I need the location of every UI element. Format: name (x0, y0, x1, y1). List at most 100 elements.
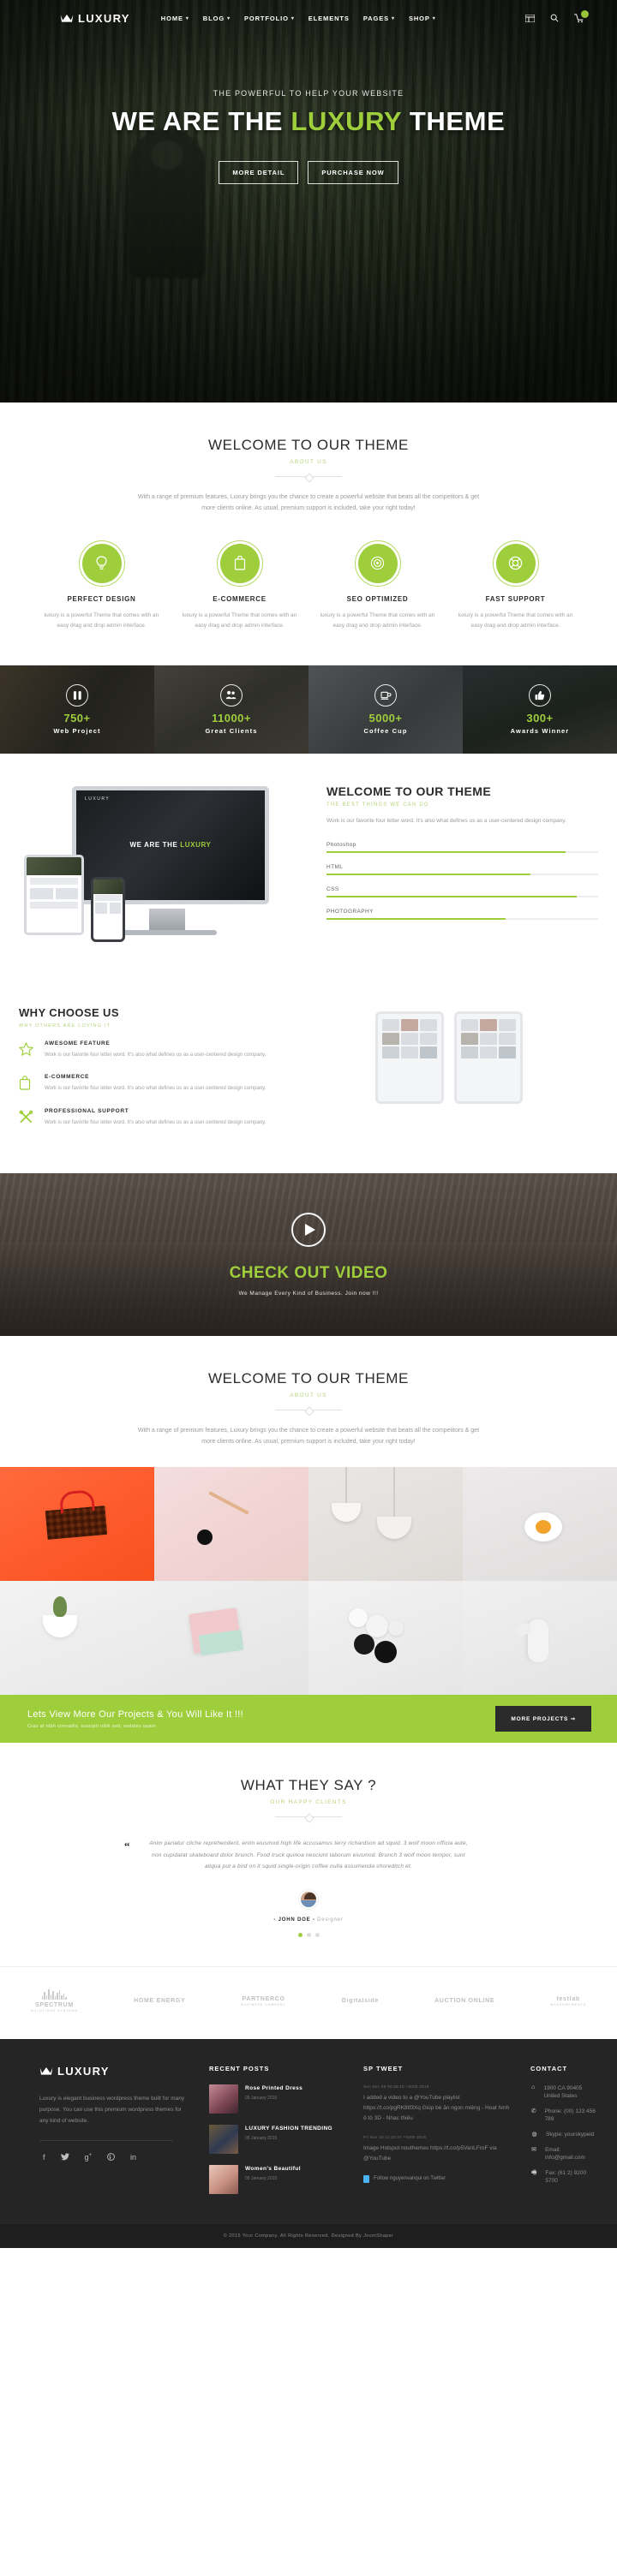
search-icon[interactable] (550, 14, 559, 22)
post-thumbnail (209, 2124, 238, 2154)
linkedin-icon[interactable]: in (130, 2153, 136, 2162)
nav-item-blog[interactable]: BLOG ▾ (203, 15, 231, 22)
skill-label: CSS (326, 886, 339, 893)
tweet-text: I added a video to a @YouTube playlist h… (363, 2094, 510, 2121)
contact-skype: ◍ Skype: yourskypeid (530, 2131, 596, 2138)
facebook-icon[interactable]: f (43, 2153, 45, 2162)
portfolio-item[interactable] (0, 1467, 154, 1582)
quote-icon: “ (124, 1840, 130, 1853)
skype-icon: ◍ (531, 2132, 537, 2138)
hero-title: WE ARE THE LUXURY THEME (0, 106, 617, 137)
counter-number: 750+ (63, 711, 91, 724)
sp-tweet-title: SP TWEET (363, 2064, 404, 2072)
recent-post-item[interactable]: Rose Printed Dress 05 January 2015 (209, 2084, 346, 2114)
users-icon (219, 683, 243, 707)
feature-desc: luxury is a powerful Theme that comes wi… (320, 611, 435, 629)
client-logo-digitalside[interactable]: Digitalside (342, 1997, 379, 2005)
client-logo-spectrum[interactable]: SPECTRUM SOLUTIONS SYSTEMS (31, 1989, 78, 2013)
feature-title: E-COMMERCE (213, 594, 267, 603)
hero-title-accent: LUXURY (291, 106, 402, 136)
why-item-title: E-COMMERCE (45, 1074, 90, 1081)
client-logo-auction-online[interactable]: AUCTION ONLINE (434, 1997, 494, 2005)
skill-fill (326, 896, 577, 898)
portfolio-item[interactable] (463, 1467, 617, 1582)
monitor-headline: WE ARE THE LUXURY (130, 841, 212, 849)
crown-icon (60, 15, 74, 22)
why-choose-us-section: WHY CHOOSE US WHY OTHERS ARE LOVING IT A… (0, 991, 617, 1173)
nav-item-pages[interactable]: PAGES ▾ (363, 15, 395, 22)
portfolio-item[interactable] (308, 1467, 463, 1582)
client-name: Digitalside (341, 1998, 379, 2005)
contact-text: Skype: yourskypeid (546, 2132, 595, 2138)
skill-fill (326, 851, 566, 854)
skill-track (326, 851, 598, 854)
footer-recent-posts-column: RECENT POSTS Rose Printed Dress 05 Janua… (209, 2065, 346, 2205)
grid-icon[interactable] (525, 14, 535, 22)
showcase-text: WELCOME TO OUR THEME THE BEST THINGS WE … (326, 781, 598, 931)
hero-content: THE POWERFUL TO HELP YOUR WEBSITE WE ARE… (0, 36, 617, 184)
footer-description: Luxury is elegant business wordpress the… (39, 2095, 185, 2124)
feature-fast-support[interactable]: FAST SUPPORT luxury is a powerful Theme … (450, 543, 581, 631)
tablet-previews (300, 1006, 598, 1142)
portfolio-item[interactable] (154, 1581, 308, 1696)
nav-item-home[interactable]: HOME ▾ (161, 15, 189, 22)
skill-label: Photoshop (326, 842, 356, 849)
feature-perfect-design[interactable]: PERFECT DESIGN luxury is a powerful Them… (36, 543, 167, 631)
skill-bars: Photoshop HTML CSS PHOTOGRAPHY (326, 842, 598, 921)
monitor-base (117, 929, 217, 935)
counter-label: Great Clients (205, 726, 258, 735)
feature-seo-optimized[interactable]: SEO OPTIMIZED luxury is a powerful Theme… (312, 543, 443, 631)
testimonial-title: WHAT THEY SAY ? (240, 1777, 377, 1794)
skill-css: CSS (326, 886, 598, 898)
cart-icon[interactable] (574, 9, 589, 23)
showcase-section: LUXURY WE ARE THE LUXURY WELCOME TO OUR … (0, 754, 617, 991)
carousel-dot[interactable] (297, 1933, 303, 1938)
carousel-dot[interactable] (314, 1933, 320, 1938)
home-icon: ⌂ (531, 2084, 536, 2090)
recent-post-item[interactable]: LUXURY FASHION TRENDING 05 January 2015 (209, 2124, 346, 2154)
post-title: Rose Printed Dress (245, 2084, 303, 2091)
pinterest-icon[interactable] (107, 2152, 115, 2162)
portfolio-item[interactable] (154, 1467, 308, 1582)
cta-subtitle: Cras at nibh convallis, suscipit nibh se… (27, 1723, 156, 1729)
header-icons (525, 9, 598, 23)
why-item-professional-support[interactable]: PROFESSIONAL SUPPORT Work is our favorit… (19, 1108, 285, 1129)
nav-item-shop[interactable]: SHOP ▾ (409, 15, 436, 22)
nav-item-elements[interactable]: ELEMENTS (308, 15, 350, 22)
feature-title: PERFECT DESIGN (67, 594, 136, 603)
why-item-e-commerce[interactable]: E-COMMERCE Work is our favorite four let… (19, 1074, 285, 1094)
portfolio-item[interactable] (0, 1581, 154, 1696)
client-logo-home-energy[interactable]: HOME ENERGY (134, 1997, 185, 2005)
twitter-icon[interactable] (60, 2153, 69, 2162)
brand-logo[interactable]: LUXURY (60, 12, 130, 25)
counter-number: 11000+ (211, 711, 251, 724)
more-projects-button[interactable]: MORE PROJECTS ➞ (497, 1708, 590, 1731)
carousel-dot[interactable] (306, 1933, 311, 1938)
contact-address: ⌂ 1900 CA 90405 United States (530, 2084, 596, 2100)
follow-link[interactable]: Follow nguyenvanqui on Twitter (363, 2174, 513, 2183)
video-section: CHECK OUT VIDEO We Manage Every Kind of … (0, 1173, 617, 1337)
google-plus-icon[interactable]: g+ (85, 2153, 93, 2162)
portfolio-item[interactable] (308, 1581, 463, 1696)
chevron-down-icon: ▾ (392, 15, 395, 21)
skill-track (326, 896, 598, 898)
why-item-awesome-feature[interactable]: AWESOME FEATURE Work is our favorite fou… (18, 1041, 285, 1060)
nav-item-portfolio[interactable]: PORTFOLIO ▾ (244, 15, 295, 22)
footer-brand[interactable]: LUXURY (21, 2065, 192, 2078)
mail-icon: ✉ (531, 2147, 536, 2154)
purchase-now-button[interactable]: PURCHASE NOW (308, 161, 398, 184)
portfolio-item[interactable] (463, 1581, 617, 1696)
bars-icon (31, 1989, 78, 2001)
counter-label: Awards Winner (510, 726, 570, 735)
device-mockups: LUXURY WE ARE THE LUXURY (19, 781, 314, 965)
cart-badge (581, 9, 589, 18)
follow-label: Follow nguyenvanqui on Twitter (374, 2176, 446, 2182)
post-thumbnail (209, 2084, 238, 2114)
client-logo-testlab[interactable]: testlab MEASUREMENTS (550, 1995, 586, 2007)
feature-e-commerce[interactable]: E-COMMERCE luxury is a powerful Theme th… (174, 543, 305, 631)
divider (275, 1816, 342, 1818)
target-icon (357, 543, 398, 583)
client-logo-partnerco[interactable]: PARTNERCO BUSINESS COMPANY (242, 1995, 286, 2007)
more-detail-button[interactable]: MORE DETAIL (219, 161, 299, 184)
recent-post-item[interactable]: Women's Beautiful 05 January 2015 (209, 2164, 346, 2194)
